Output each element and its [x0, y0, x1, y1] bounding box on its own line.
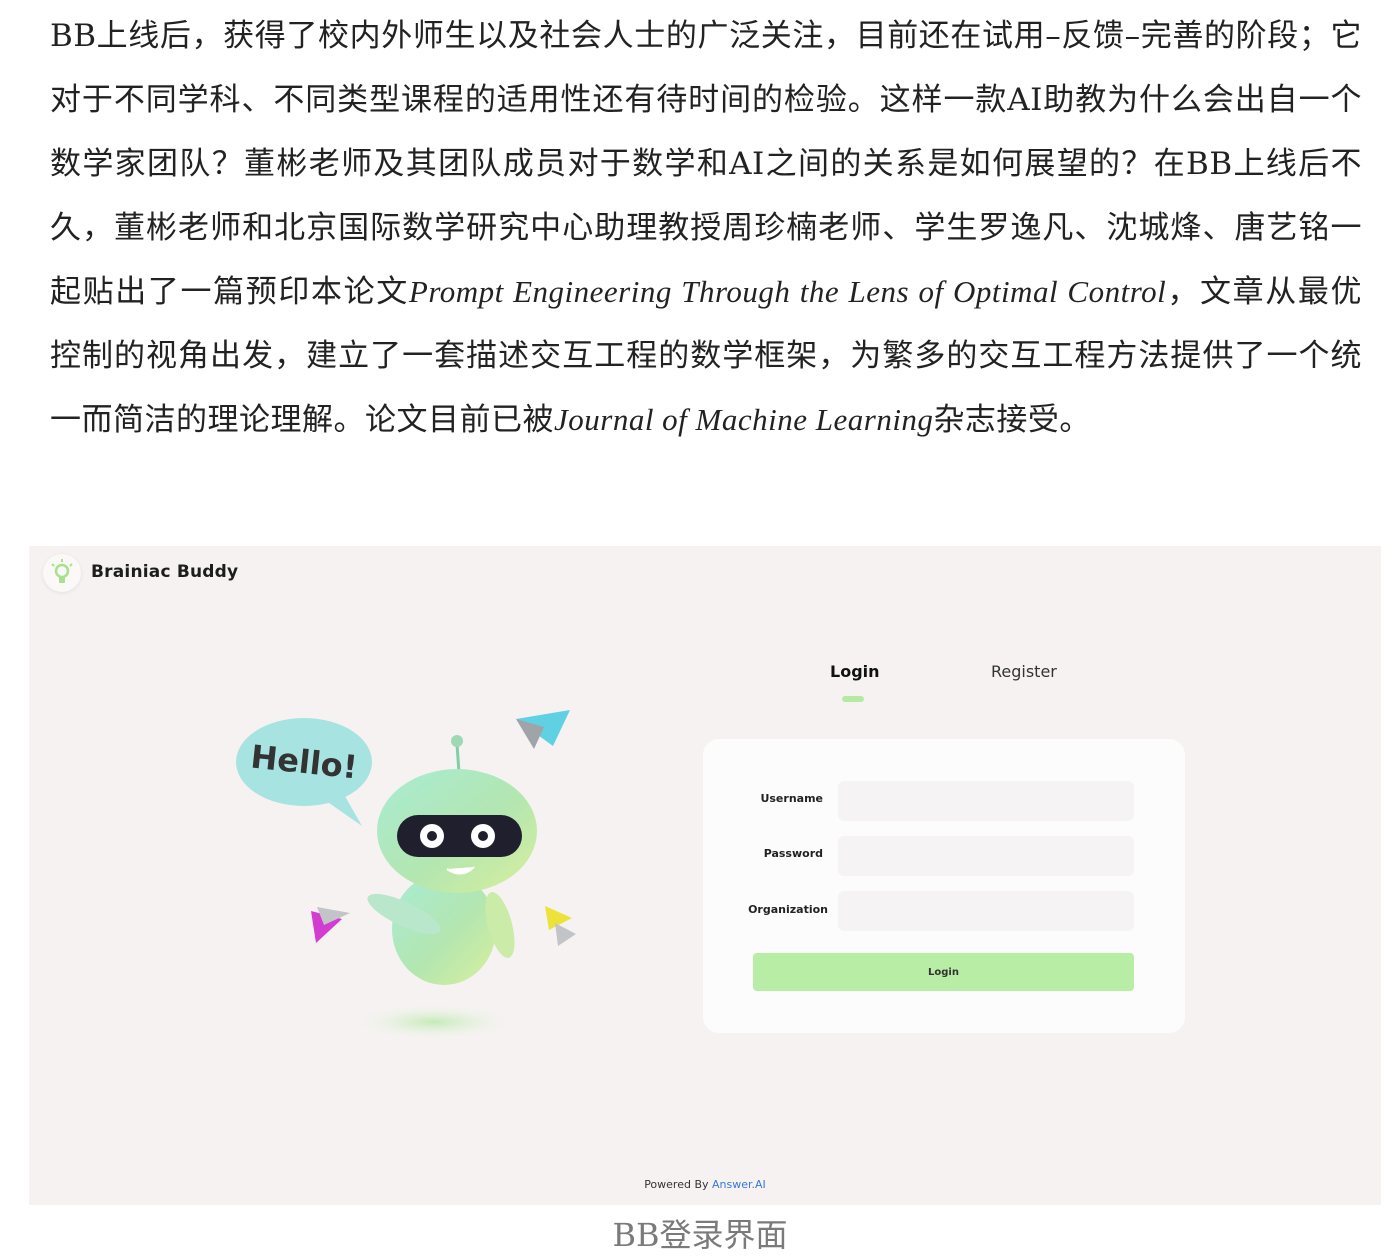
username-input[interactable]: [838, 781, 1134, 821]
article-text: BB上线后，获得了校内外师生以及社会人士的广泛关注，目前还在试用–反馈–完善的阶…: [50, 4, 1362, 452]
organization-label: Organization: [748, 903, 828, 916]
powered-by-text: Powered By: [644, 1178, 713, 1191]
logo: [43, 554, 81, 592]
article-paragraph-3: 杂志接受。: [933, 402, 1091, 438]
brand-name: Brainiac Buddy: [91, 562, 239, 582]
tab-register[interactable]: Register: [991, 662, 1057, 681]
login-screenshot: Brainiac Buddy Login Register Hello! Use…: [29, 546, 1381, 1205]
login-button[interactable]: Login: [753, 953, 1134, 991]
robot-mascot: Hello!: [236, 710, 576, 1040]
image-caption: BB登录界面: [612, 1216, 788, 1254]
tab-login[interactable]: Login: [830, 662, 880, 681]
journal-name: Journal of Machine Learning: [554, 402, 934, 437]
password-input[interactable]: [838, 836, 1134, 876]
organization-input[interactable]: [838, 891, 1134, 931]
footer: Powered By Answer.AI: [29, 1178, 1381, 1191]
active-tab-indicator: [842, 696, 864, 702]
lightbulb-icon: [51, 559, 73, 583]
username-label: Username: [760, 792, 823, 805]
provider-link[interactable]: Answer.AI: [712, 1178, 766, 1191]
article-paragraph-1: BB上线后，获得了校内外师生以及社会人士的广泛关注，目前还在试用–反馈–完善的阶…: [50, 18, 1362, 310]
paper-title: Prompt Engineering Through the Lens of O…: [408, 274, 1167, 309]
login-form-card: Username Password Organization Login: [703, 739, 1185, 1033]
password-label: Password: [763, 847, 823, 860]
